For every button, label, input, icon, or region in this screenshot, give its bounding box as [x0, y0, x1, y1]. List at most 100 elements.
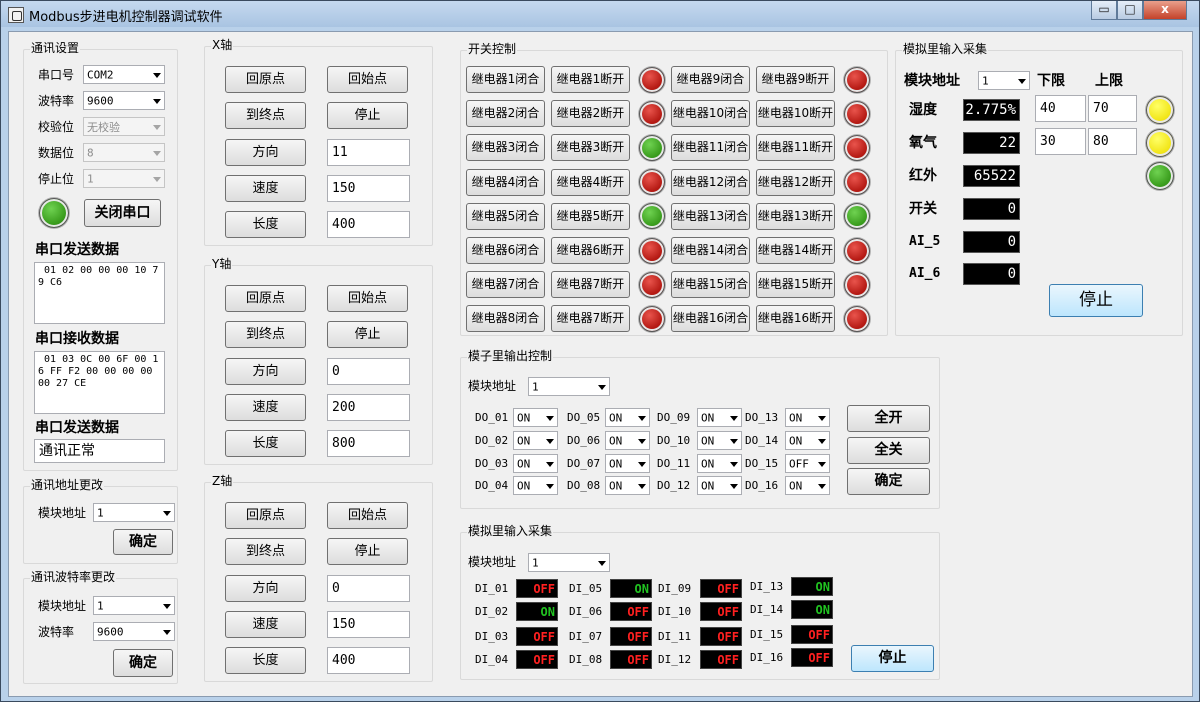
do-select[interactable]: ON: [697, 408, 742, 427]
length-input[interactable]: 400: [327, 211, 410, 238]
do-select[interactable]: ON: [605, 454, 650, 473]
start-point-button[interactable]: 回始点: [327, 66, 408, 93]
relay-open-button[interactable]: 继电器13断开: [756, 202, 835, 230]
di-stop-button[interactable]: 停止: [851, 645, 934, 672]
do-select[interactable]: ON: [513, 431, 558, 450]
relay-close-button[interactable]: 继电器11闭合: [671, 134, 750, 162]
relay-close-button[interactable]: 继电器10闭合: [671, 100, 750, 128]
high-limit-input[interactable]: 70: [1088, 95, 1137, 122]
analog-module-select[interactable]: 1: [978, 71, 1030, 90]
relay-close-button[interactable]: 继电器7闭合: [466, 271, 545, 299]
relay-open-button[interactable]: 继电器7断开: [551, 271, 630, 299]
home-button[interactable]: 回原点: [225, 285, 306, 312]
home-button[interactable]: 回原点: [225, 502, 306, 529]
baud-select[interactable]: 9600: [83, 91, 165, 110]
do-select[interactable]: ON: [785, 431, 830, 450]
do-select[interactable]: ON: [605, 408, 650, 427]
do-select[interactable]: ON: [605, 476, 650, 495]
relay-open-button[interactable]: 继电器6断开: [551, 237, 630, 264]
relay-open-button[interactable]: 继电器12断开: [756, 168, 835, 196]
end-point-button[interactable]: 到终点: [225, 538, 306, 565]
relay-open-button[interactable]: 继电器3断开: [551, 134, 630, 162]
baud-change-select[interactable]: 9600: [93, 622, 175, 641]
relay-close-button[interactable]: 继电器1闭合: [466, 66, 545, 93]
all-on-button[interactable]: 全开: [847, 405, 930, 432]
relay-open-button[interactable]: 继电器16断开: [756, 305, 835, 333]
addr-confirm-button[interactable]: 确定: [113, 529, 173, 555]
speed-label-button[interactable]: 速度: [225, 611, 306, 638]
relay-close-button[interactable]: 继电器16闭合: [671, 305, 750, 333]
home-button[interactable]: 回原点: [225, 66, 306, 93]
relay-open-button[interactable]: 继电器1断开: [551, 66, 630, 93]
relay-open-button[interactable]: 继电器2断开: [551, 100, 630, 128]
start-point-button[interactable]: 回始点: [327, 502, 408, 529]
relay-close-button[interactable]: 继电器13闭合: [671, 202, 750, 230]
addr-module-select[interactable]: 1: [93, 503, 175, 522]
stop-button[interactable]: 停止: [327, 321, 408, 348]
all-off-button[interactable]: 全关: [847, 437, 930, 464]
length-input[interactable]: 800: [327, 430, 410, 457]
speed-label-button[interactable]: 速度: [225, 175, 306, 202]
send-data-textarea[interactable]: 01 02 00 00 00 10 79 C6: [34, 262, 165, 324]
do-select[interactable]: ON: [513, 454, 558, 473]
length-label-button[interactable]: 长度: [225, 211, 306, 238]
direction-label-button[interactable]: 方向: [225, 575, 306, 602]
relay-close-button[interactable]: 继电器14闭合: [671, 237, 750, 264]
stop-button[interactable]: 停止: [327, 538, 408, 565]
relay-close-button[interactable]: 继电器2闭合: [466, 100, 545, 128]
end-point-button[interactable]: 到终点: [225, 321, 306, 348]
do-select[interactable]: ON: [785, 408, 830, 427]
do-select[interactable]: ON: [697, 431, 742, 450]
relay-open-button[interactable]: 继电器11断开: [756, 134, 835, 162]
minimize-button[interactable]: ▭: [1091, 1, 1117, 20]
comm-status-field[interactable]: 通讯正常: [34, 439, 165, 463]
stop-button[interactable]: 停止: [327, 102, 408, 129]
relay-close-button[interactable]: 继电器3闭合: [466, 134, 545, 162]
relay-open-button[interactable]: 继电器7断开: [551, 305, 630, 333]
low-limit-input[interactable]: 30: [1035, 128, 1086, 155]
speed-input[interactable]: 150: [327, 175, 410, 202]
high-limit-input[interactable]: 80: [1088, 128, 1137, 155]
direction-input[interactable]: 0: [327, 575, 410, 602]
analog-stop-button[interactable]: 停止: [1049, 284, 1143, 317]
relay-open-button[interactable]: 继电器4断开: [551, 168, 630, 196]
direction-input[interactable]: 11: [327, 139, 410, 166]
relay-open-button[interactable]: 继电器14断开: [756, 237, 835, 264]
relay-close-button[interactable]: 继电器9闭合: [671, 66, 750, 93]
do-select[interactable]: ON: [605, 431, 650, 450]
port-select[interactable]: COM2: [83, 65, 165, 84]
baud-confirm-button[interactable]: 确定: [113, 649, 173, 677]
relay-close-button[interactable]: 继电器15闭合: [671, 271, 750, 299]
speed-input[interactable]: 200: [327, 394, 410, 421]
direction-label-button[interactable]: 方向: [225, 139, 306, 166]
speed-input[interactable]: 150: [327, 611, 410, 638]
relay-close-button[interactable]: 继电器4闭合: [466, 168, 545, 196]
close-port-button[interactable]: 关闭串口: [84, 199, 161, 227]
relay-open-button[interactable]: 继电器5断开: [551, 202, 630, 230]
relay-close-button[interactable]: 继电器12闭合: [671, 168, 750, 196]
length-input[interactable]: 400: [327, 647, 410, 674]
relay-open-button[interactable]: 继电器15断开: [756, 271, 835, 299]
relay-close-button[interactable]: 继电器6闭合: [466, 237, 545, 264]
di-module-select[interactable]: 1: [528, 553, 610, 572]
start-point-button[interactable]: 回始点: [327, 285, 408, 312]
relay-close-button[interactable]: 继电器5闭合: [466, 202, 545, 230]
length-label-button[interactable]: 长度: [225, 647, 306, 674]
relay-open-button[interactable]: 继电器9断开: [756, 66, 835, 93]
recv-data-textarea[interactable]: 01 03 0C 00 6F 00 16 FF F2 00 00 00 00 0…: [34, 351, 165, 414]
speed-label-button[interactable]: 速度: [225, 394, 306, 421]
do-select[interactable]: ON: [785, 476, 830, 495]
length-label-button[interactable]: 长度: [225, 430, 306, 457]
do-select[interactable]: ON: [697, 476, 742, 495]
baud-module-select[interactable]: 1: [93, 596, 175, 615]
relay-open-button[interactable]: 继电器10断开: [756, 100, 835, 128]
maximize-button[interactable]: □: [1117, 1, 1143, 20]
relay-close-button[interactable]: 继电器8闭合: [466, 305, 545, 333]
do-select[interactable]: OFF: [785, 454, 830, 473]
do-select[interactable]: ON: [513, 408, 558, 427]
do-select[interactable]: ON: [697, 454, 742, 473]
end-point-button[interactable]: 到终点: [225, 102, 306, 129]
direction-label-button[interactable]: 方向: [225, 358, 306, 385]
do-module-select[interactable]: 1: [528, 377, 610, 396]
direction-input[interactable]: 0: [327, 358, 410, 385]
